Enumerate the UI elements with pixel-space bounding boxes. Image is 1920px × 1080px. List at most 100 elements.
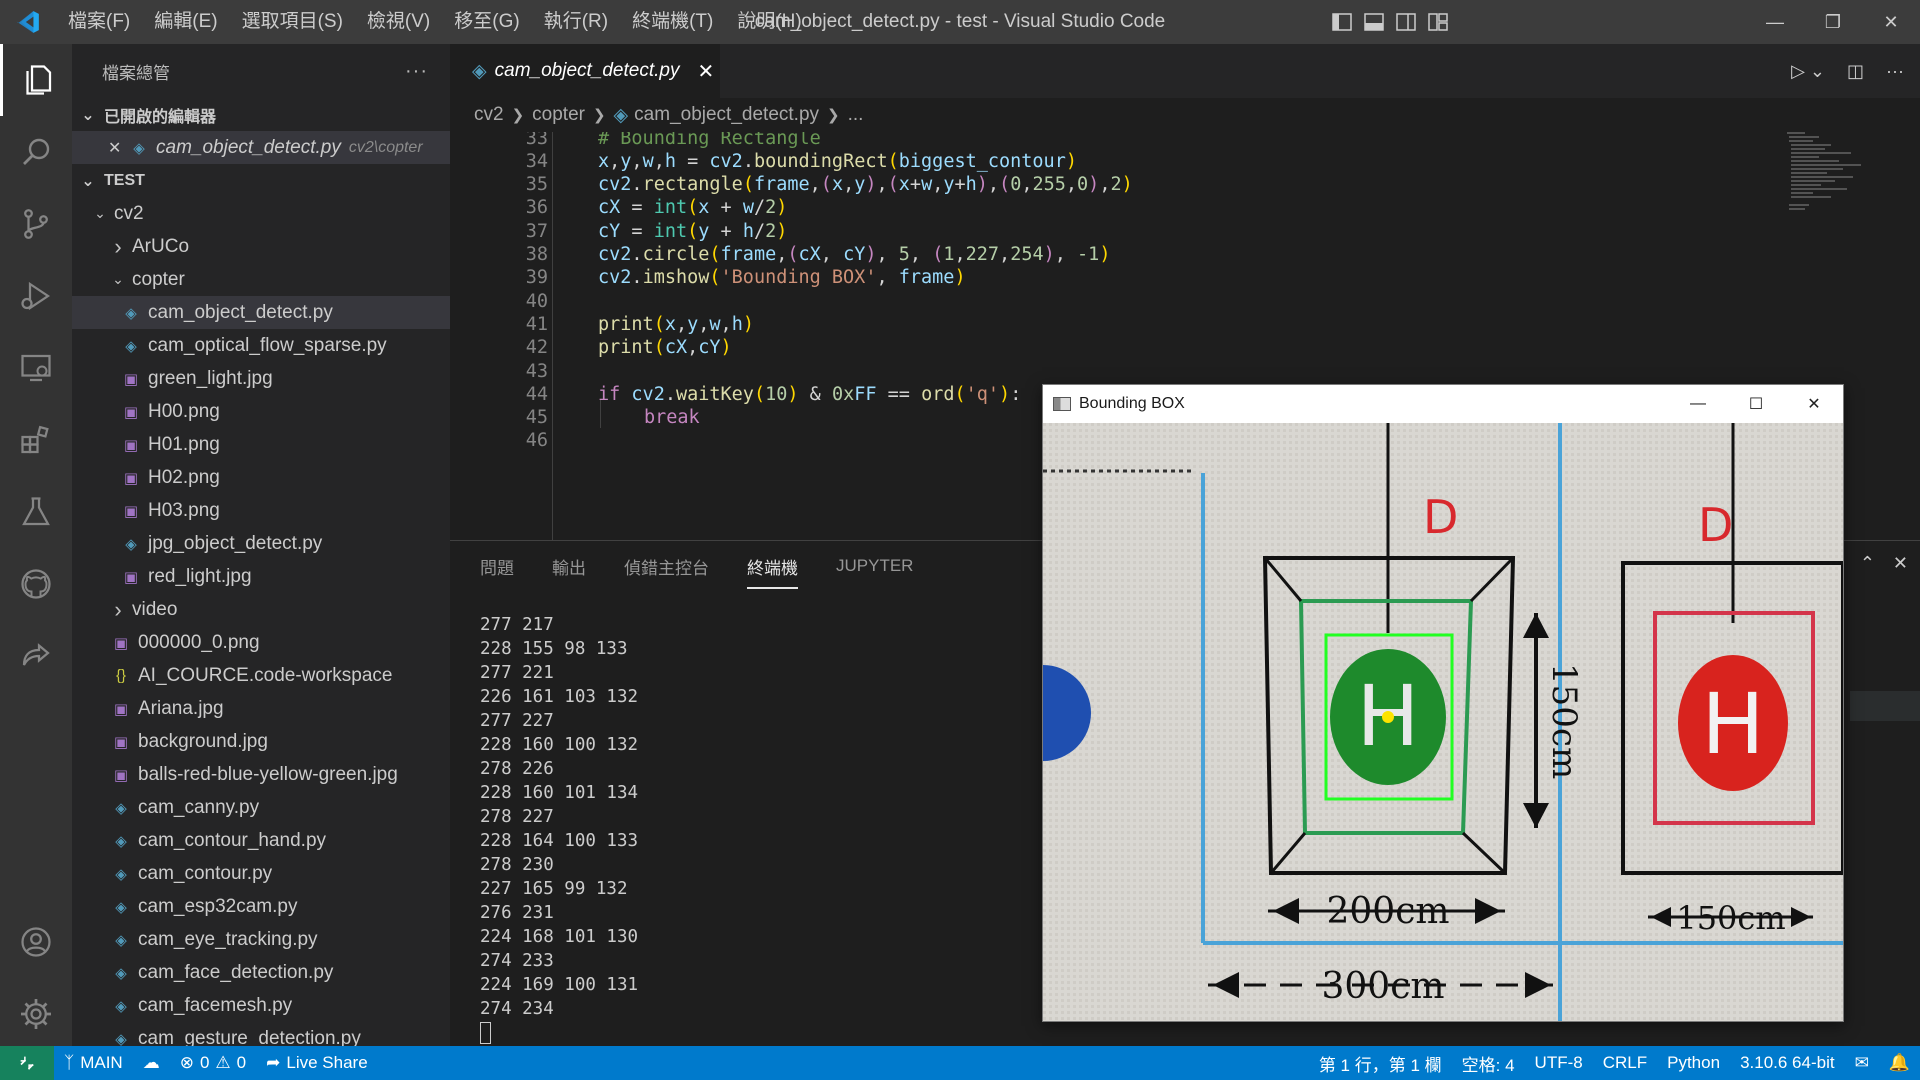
live-share-icon[interactable] <box>0 620 72 692</box>
breadcrumb-item[interactable]: copter <box>532 104 585 126</box>
menu-item[interactable]: 編輯(E) <box>142 0 229 44</box>
tree-file[interactable]: ◈ cam_optical_flow_sparse.py <box>72 329 450 362</box>
tree-file[interactable]: ◈ cam_canny.py <box>72 791 450 824</box>
tree-folder[interactable]: › ArUCo <box>72 230 450 263</box>
tree-file[interactable]: ◈ cam_esp32cam.py <box>72 890 450 923</box>
open-editor-item[interactable]: ✕ ◈ cam_object_detect.py cv2\copter <box>72 131 450 164</box>
branch-status[interactable]: ᛉ MAIN <box>54 1053 133 1073</box>
tree-file[interactable]: ▣ balls-red-blue-yellow-green.jpg <box>72 758 450 791</box>
sync-icon[interactable]: ☁ <box>133 1053 170 1073</box>
tree-file[interactable]: ◈ cam_contour.py <box>72 857 450 890</box>
more-actions-icon[interactable]: ··· <box>1886 61 1904 82</box>
remote-indicator-icon[interactable] <box>0 1046 54 1080</box>
minimize-icon[interactable]: — <box>1746 0 1804 44</box>
restore-icon[interactable]: ❐ <box>1804 0 1862 44</box>
language-mode[interactable]: Python <box>1657 1053 1730 1073</box>
tree-file[interactable]: {} AI_COURCE.code-workspace <box>72 659 450 692</box>
menu-item[interactable]: 檔案(F) <box>56 0 142 44</box>
run-debug-icon[interactable] <box>0 260 72 332</box>
chevron-down-icon: ⌄ <box>112 271 124 287</box>
menu-item[interactable]: 終端機(T) <box>620 0 725 44</box>
tree-file[interactable]: ▣ H01.png <box>72 428 450 461</box>
terminal-line: 228 160 100 132 <box>480 735 639 755</box>
menu-item[interactable]: 檢視(V) <box>355 0 442 44</box>
breadcrumb-item[interactable]: ... <box>848 104 864 126</box>
menu-item[interactable]: 說明(H) <box>725 0 813 44</box>
tree-file[interactable]: ▣ H02.png <box>72 461 450 494</box>
notifications-bell-icon[interactable]: 🔔 <box>1879 1053 1920 1073</box>
tree-file[interactable]: ▣ 000000_0.png <box>72 626 450 659</box>
extensions-icon[interactable] <box>0 404 72 476</box>
tree-file[interactable]: ◈ cam_face_detection.py <box>72 956 450 989</box>
tree-file[interactable]: ◈ cam_object_detect.py <box>72 296 450 329</box>
menu-item[interactable]: 移至(G) <box>442 0 531 44</box>
tree-folder[interactable]: ⌄ cv2 <box>72 197 450 230</box>
more-actions-icon[interactable]: ··· <box>405 60 428 83</box>
split-editor-icon[interactable]: ◫ <box>1847 61 1864 82</box>
indentation[interactable]: 空格: 4 <box>1452 1051 1525 1076</box>
bounding-box-window[interactable]: Bounding BOX — ☐ ✕ H D 150cm 200cm 300cm… <box>1042 384 1844 1022</box>
toggle-panel-icon[interactable] <box>1362 10 1386 34</box>
close-panel-icon[interactable]: ✕ <box>1893 553 1908 574</box>
panel-tab[interactable]: 終端機 <box>747 554 798 589</box>
toggle-sidebar-icon[interactable] <box>1330 10 1354 34</box>
minimize-icon[interactable]: — <box>1669 385 1727 423</box>
python-interpreter[interactable]: 3.10.6 64-bit <box>1730 1053 1845 1073</box>
account-icon[interactable] <box>0 906 72 978</box>
feedback-icon[interactable]: ✉ <box>1845 1053 1879 1073</box>
source-control-icon[interactable] <box>0 188 72 260</box>
minimap[interactable] <box>1787 130 1887 230</box>
image-file-icon: ▣ <box>123 370 139 388</box>
cv-window-titlebar[interactable]: Bounding BOX — ☐ ✕ <box>1043 385 1843 423</box>
panel-tabs: 問題 輸出 偵錯主控台 終端機 JUPYTER <box>480 541 913 591</box>
maximize-icon[interactable]: ☐ <box>1727 385 1785 423</box>
tree-item-label: H02.png <box>148 466 220 488</box>
tree-file[interactable]: ◈ cam_facemesh.py <box>72 989 450 1022</box>
panel-tab[interactable]: 偵錯主控台 <box>624 554 709 579</box>
menu-item[interactable]: 選取項目(S) <box>230 0 355 44</box>
breadcrumb-item[interactable]: cv2 <box>474 104 504 126</box>
live-share-status[interactable]: ➦ Live Share <box>256 1053 378 1073</box>
panel-tab[interactable]: JUPYTER <box>836 556 913 576</box>
toggle-secondary-sidebar-icon[interactable] <box>1394 10 1418 34</box>
tree-file[interactable]: ◈ cam_eye_tracking.py <box>72 923 450 956</box>
tree-file[interactable]: ◈ cam_contour_hand.py <box>72 824 450 857</box>
remote-explorer-icon[interactable] <box>0 332 72 404</box>
tree-file[interactable]: ◈ jpg_object_detect.py <box>72 527 450 560</box>
tree-file[interactable]: ◈ cam_gesture_detection.py <box>72 1022 450 1047</box>
github-icon[interactable] <box>0 548 72 620</box>
tree-file[interactable]: ▣ red_light.jpg <box>72 560 450 593</box>
panel-tab[interactable]: 問題 <box>480 554 514 579</box>
open-editors-section[interactable]: ⌄ 已開啟的編輯器 <box>72 98 450 131</box>
tree-file[interactable]: ▣ background.jpg <box>72 725 450 758</box>
encoding[interactable]: UTF-8 <box>1525 1053 1593 1073</box>
breadcrumb-item[interactable]: cam_object_detect.py <box>634 104 819 126</box>
close-icon[interactable]: ✕ <box>1785 385 1843 423</box>
end-of-line[interactable]: CRLF <box>1593 1053 1657 1073</box>
cursor-position[interactable]: 第 1 行，第 1 欄 <box>1309 1051 1452 1076</box>
panel-tab[interactable]: 輸出 <box>552 554 586 579</box>
menu-item[interactable]: 執行(R) <box>532 0 620 44</box>
maximize-panel-icon[interactable]: ⌃ <box>1860 553 1875 574</box>
explorer-icon[interactable] <box>0 44 72 116</box>
tree-file[interactable]: ▣ H03.png <box>72 494 450 527</box>
close-icon[interactable]: ✕ <box>1862 0 1920 44</box>
tree-file[interactable]: ▣ H00.png <box>72 395 450 428</box>
close-icon[interactable]: ✕ <box>108 138 128 158</box>
tree-file[interactable]: ▣ Ariana.jpg <box>72 692 450 725</box>
marker-left: D <box>1423 490 1458 544</box>
problems-status[interactable]: ⊗ 0 ⚠ 0 <box>170 1053 256 1073</box>
tree-folder[interactable]: ⌄ copter <box>72 263 450 296</box>
line-number: 37 <box>525 220 548 242</box>
run-file-icon[interactable]: ▷ ⌄ <box>1791 61 1825 82</box>
customize-layout-icon[interactable] <box>1426 10 1450 34</box>
close-tab-icon[interactable]: ✕ <box>697 59 714 84</box>
search-icon[interactable] <box>0 116 72 188</box>
testing-icon[interactable] <box>0 476 72 548</box>
tab-cam-object-detect[interactable]: ◈ cam_object_detect.py ✕ <box>450 44 720 98</box>
workspace-section[interactable]: ⌄ TEST <box>72 164 450 197</box>
terminal-output[interactable]: 277 217 228 155 98 133 277 221 226 161 103 … <box>480 613 638 1045</box>
tree-folder[interactable]: › video <box>72 593 450 626</box>
tree-file[interactable]: ▣ green_light.jpg <box>72 362 450 395</box>
settings-gear-icon[interactable] <box>0 978 72 1050</box>
